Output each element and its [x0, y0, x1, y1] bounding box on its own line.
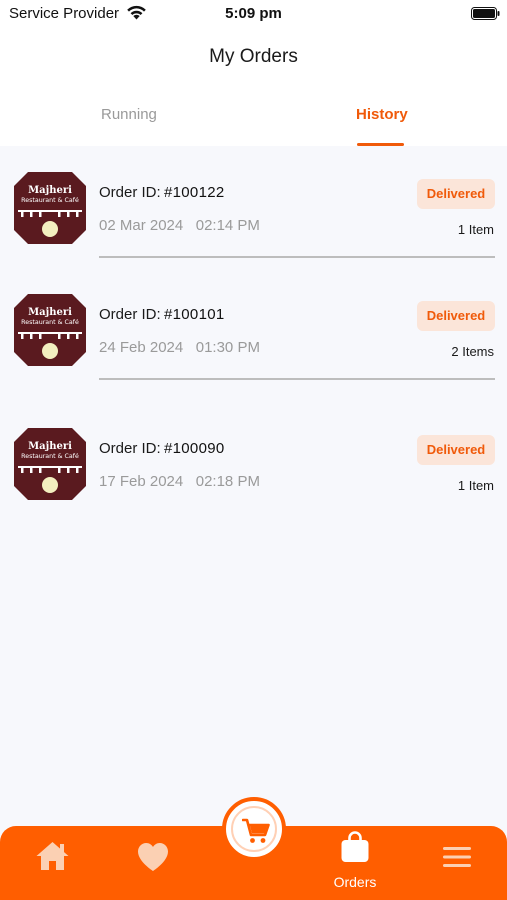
battery-icon [471, 7, 500, 20]
cart-button[interactable] [222, 797, 286, 861]
home-icon[interactable] [35, 840, 70, 872]
menu-icon[interactable] [443, 846, 471, 868]
order-id-label: Order ID: [99, 440, 161, 457]
restaurant-logo: Majheri Restaurant & Café [14, 172, 86, 244]
tab-history[interactable]: History [356, 106, 408, 123]
logo-subtitle: Restaurant & Café [21, 452, 79, 460]
cart-icon [242, 818, 270, 843]
order-id: #100101 [164, 306, 225, 323]
restaurant-logo: Majheri Restaurant & Café [14, 428, 86, 500]
tab-running[interactable]: Running [101, 106, 157, 123]
logo-title: Majheri [28, 185, 72, 196]
logo-subtitle: Restaurant & Café [21, 196, 79, 204]
cart-button-ring [231, 806, 277, 852]
logo-title: Majheri [28, 307, 72, 318]
item-count: 2 Items [451, 344, 494, 359]
clock: 5:09 pm [225, 5, 282, 22]
bag-icon[interactable] [340, 831, 370, 863]
order-date: 02 Mar 2024 02:14 PM [99, 217, 260, 234]
status-bar: Service Provider 5:09 pm [0, 0, 507, 28]
order-id: #100122 [164, 184, 225, 201]
order-id: #100090 [164, 440, 225, 457]
logo-subtitle: Restaurant & Café [21, 318, 79, 326]
logo-title: Majheri [28, 441, 72, 452]
order-id-label: Order ID: [99, 184, 161, 201]
nav-orders-label[interactable]: Orders [326, 874, 384, 890]
order-divider [99, 256, 495, 258]
restaurant-logo: Majheri Restaurant & Café [14, 294, 86, 366]
top-bar: Service Provider 5:09 pm My Orders Runni… [0, 0, 507, 146]
order-row[interactable]: Majheri Restaurant & Café Order ID: #100… [0, 426, 507, 536]
order-row[interactable]: Majheri Restaurant & Café Order ID: #100… [0, 292, 507, 402]
page-title: My Orders [209, 46, 298, 67]
order-id-label: Order ID: [99, 306, 161, 323]
status-badge: Delivered [417, 301, 495, 331]
status-badge: Delivered [417, 435, 495, 465]
tab-active-indicator [357, 143, 404, 146]
item-count: 1 Item [457, 222, 494, 237]
status-badge: Delivered [417, 179, 495, 209]
heart-icon[interactable] [137, 842, 169, 872]
order-row[interactable]: Majheri Restaurant & Café Order ID: #100… [0, 170, 507, 280]
order-date: 24 Feb 2024 01:30 PM [99, 339, 260, 356]
order-date: 17 Feb 2024 02:18 PM [99, 473, 260, 490]
order-divider [99, 378, 495, 380]
item-count: 1 Item [457, 478, 494, 493]
